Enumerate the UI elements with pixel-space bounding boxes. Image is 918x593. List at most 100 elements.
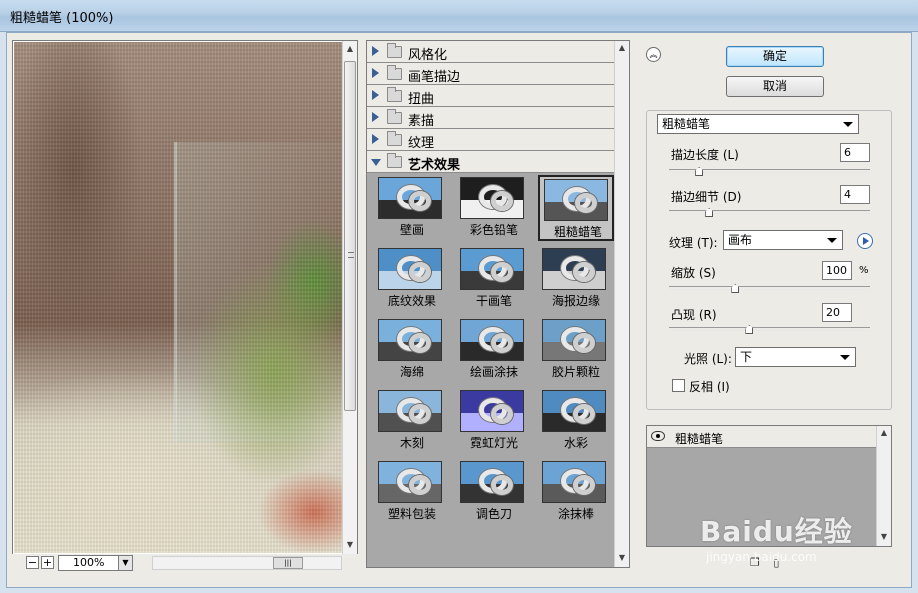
category-label: 纹理 bbox=[408, 136, 435, 151]
horizontal-scroll-thumb[interactable]: ||| bbox=[273, 557, 303, 569]
stroke-detail-slider[interactable] bbox=[669, 208, 870, 217]
filter-preview-image[interactable] bbox=[460, 319, 524, 361]
filter-preview-image[interactable] bbox=[542, 390, 606, 432]
stroke-detail-input[interactable]: 4 bbox=[840, 185, 870, 204]
scroll-up-icon[interactable]: ▲ bbox=[615, 43, 629, 52]
collapse-gallery-button[interactable]: ︽ bbox=[646, 47, 661, 62]
ok-button[interactable]: 确定 bbox=[726, 46, 824, 67]
effect-layer-row[interactable]: 粗糙蜡笔 bbox=[647, 426, 877, 448]
zoom-out-button[interactable]: − bbox=[26, 556, 39, 569]
filter-preview-image[interactable] bbox=[542, 319, 606, 361]
filter-thumbnail[interactable]: 海绵 bbox=[374, 317, 450, 383]
filter-label: 绘画涂抹 bbox=[469, 365, 518, 379]
relief-input[interactable]: 20 bbox=[822, 303, 852, 322]
gallery-scrollbar[interactable]: ▲ ▼ bbox=[614, 41, 629, 567]
triangle-right-icon[interactable] bbox=[372, 68, 379, 78]
category-row[interactable]: 画笔描边 bbox=[367, 63, 615, 85]
filter-preview-image[interactable] bbox=[460, 177, 524, 219]
filter-thumbnail[interactable]: 胶片颗粒 bbox=[538, 317, 614, 383]
scaling-slider-knob[interactable] bbox=[731, 284, 740, 293]
scaling-slider[interactable] bbox=[669, 284, 870, 293]
filter-preview-image[interactable] bbox=[460, 461, 524, 503]
filter-label: 调色刀 bbox=[475, 507, 512, 521]
preview-horizontal-scrollbar[interactable]: ||| bbox=[152, 556, 342, 570]
preview-scroll-thumb[interactable] bbox=[344, 61, 356, 411]
filter-label: 干画笔 bbox=[475, 294, 512, 308]
filter-preview-image[interactable] bbox=[378, 177, 442, 219]
triangle-right-icon[interactable] bbox=[372, 134, 379, 144]
scroll-up-icon[interactable]: ▲ bbox=[877, 428, 891, 437]
scroll-down-icon[interactable]: ▼ bbox=[615, 553, 629, 562]
filter-thumbnail[interactable]: 绘画涂抹 bbox=[456, 317, 532, 383]
scaling-input[interactable]: 100 bbox=[822, 261, 852, 280]
layers-scrollbar[interactable]: ▲ ▼ bbox=[876, 426, 891, 546]
filter-preview-image[interactable] bbox=[378, 461, 442, 503]
preview-glass-shape bbox=[174, 142, 343, 442]
filter-thumbnail[interactable]: 彩色铅笔 bbox=[456, 175, 532, 241]
preview-image[interactable] bbox=[14, 42, 343, 553]
light-label: 光照 (L): bbox=[684, 352, 732, 366]
filter-thumbnail[interactable]: 塑料包装 bbox=[374, 459, 450, 525]
filter-thumbnail[interactable]: 涂抹棒 bbox=[538, 459, 614, 525]
texture-select[interactable]: 画布 bbox=[723, 230, 843, 250]
relief-label: 凸现 (R) bbox=[671, 308, 717, 322]
light-select[interactable]: 下 bbox=[735, 347, 856, 367]
category-row[interactable]: 艺术效果 bbox=[367, 151, 615, 173]
filter-thumbnail[interactable]: 壁画 bbox=[374, 175, 450, 241]
invert-checkbox[interactable] bbox=[672, 379, 685, 392]
zoom-value: 100% bbox=[73, 556, 105, 569]
filter-preview-image[interactable] bbox=[542, 461, 606, 503]
filter-thumbnail[interactable]: 粗糙蜡笔 bbox=[538, 175, 614, 241]
stroke-length-slider-knob[interactable] bbox=[695, 167, 704, 176]
filter-select[interactable]: 粗糙蜡笔 bbox=[657, 114, 859, 134]
filter-thumbnail[interactable]: 调色刀 bbox=[456, 459, 532, 525]
relief-slider[interactable] bbox=[669, 325, 870, 334]
filter-preview-image[interactable] bbox=[544, 179, 608, 221]
folder-icon bbox=[387, 65, 402, 80]
cancel-button[interactable]: 取消 bbox=[726, 76, 824, 97]
stroke-length-input[interactable]: 6 bbox=[840, 143, 870, 162]
scroll-down-icon[interactable]: ▼ bbox=[877, 532, 891, 541]
filter-label: 底纹效果 bbox=[387, 294, 436, 308]
filter-preview-image[interactable] bbox=[542, 248, 606, 290]
scroll-up-icon[interactable]: ▲ bbox=[343, 41, 357, 57]
filter-preview-image[interactable] bbox=[460, 390, 524, 432]
preview-pane[interactable]: ▲ ▼ bbox=[12, 40, 358, 556]
filter-thumbnail[interactable]: 海报边缘 bbox=[538, 246, 614, 312]
filter-preview-image[interactable] bbox=[378, 319, 442, 361]
relief-slider-knob[interactable] bbox=[745, 325, 754, 334]
filter-thumbnail[interactable]: 木刻 bbox=[374, 388, 450, 454]
preview-vertical-scrollbar[interactable]: ▲ ▼ bbox=[342, 41, 357, 555]
folder-icon bbox=[387, 43, 402, 58]
category-row[interactable]: 风格化 bbox=[367, 41, 615, 63]
triangle-right-icon[interactable] bbox=[372, 90, 379, 100]
load-texture-icon[interactable] bbox=[857, 233, 873, 249]
stroke-detail-slider-knob[interactable] bbox=[705, 208, 714, 217]
triangle-down-icon[interactable] bbox=[371, 159, 381, 166]
stroke-length-slider[interactable] bbox=[669, 167, 870, 176]
filter-thumbnail[interactable]: 底纹效果 bbox=[374, 246, 450, 312]
zoom-select[interactable]: 100% ▼ bbox=[58, 555, 133, 571]
filter-thumbnail[interactable]: 水彩 bbox=[538, 388, 614, 454]
filter-thumbnail[interactable]: 霓虹灯光 bbox=[456, 388, 532, 454]
texture-label: 纹理 (T): bbox=[669, 236, 718, 250]
triangle-right-icon[interactable] bbox=[372, 46, 379, 56]
category-label: 扭曲 bbox=[408, 92, 435, 107]
chevron-down-icon[interactable]: ▼ bbox=[118, 556, 132, 570]
filter-preview-image[interactable] bbox=[460, 248, 524, 290]
category-row[interactable]: 素描 bbox=[367, 107, 615, 129]
folder-icon bbox=[387, 131, 402, 146]
filter-label: 涂抹棒 bbox=[557, 507, 594, 521]
chevron-down-icon bbox=[827, 238, 837, 243]
eye-icon[interactable] bbox=[651, 431, 665, 441]
filter-preview-image[interactable] bbox=[378, 390, 442, 432]
scroll-down-icon[interactable]: ▼ bbox=[343, 537, 357, 553]
category-row[interactable]: 扭曲 bbox=[367, 85, 615, 107]
chevron-down-icon bbox=[843, 122, 853, 127]
zoom-in-button[interactable]: + bbox=[41, 556, 54, 569]
filter-thumbnail[interactable]: 干画笔 bbox=[456, 246, 532, 312]
filter-gallery: 风格化 画笔描边扭曲 素描纹理 艺术效果 壁画 彩色铅笔 粗糙蜡笔底纹效果 干画笔 海报边缘海… bbox=[366, 40, 630, 568]
filter-preview-image[interactable] bbox=[378, 248, 442, 290]
category-row[interactable]: 纹理 bbox=[367, 129, 615, 151]
triangle-right-icon[interactable] bbox=[372, 112, 379, 122]
